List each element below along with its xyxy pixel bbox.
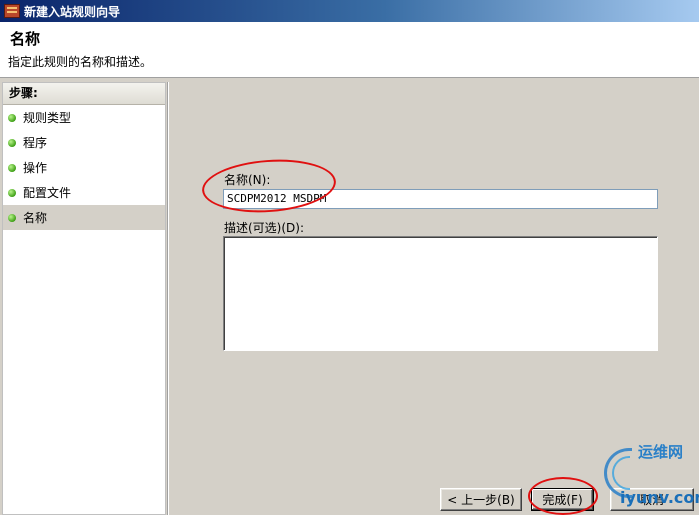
step-label: 程序: [23, 136, 48, 150]
step-item-name[interactable]: 名称: [3, 205, 165, 230]
step-status-icon: [8, 188, 16, 197]
page-title: 名称: [10, 30, 41, 48]
name-field-label: 名称(N):: [224, 173, 271, 187]
firewall-icon: [4, 4, 20, 18]
steps-heading: 步骤:: [3, 83, 165, 105]
step-status-icon: [8, 138, 16, 147]
step-label: 规则类型: [23, 111, 72, 125]
page-header: 名称 指定此规则的名称和描述。: [0, 22, 699, 78]
step-label: 操作: [23, 161, 48, 175]
watermark-top-text: 运维网: [638, 443, 684, 461]
step-status-icon: [8, 113, 16, 122]
step-label: 名称: [23, 211, 48, 225]
description-field-label: 描述(可选)(D):: [224, 221, 305, 235]
name-input[interactable]: SCDPM2012 MSDPM: [223, 189, 658, 209]
steps-panel: 步骤: 规则类型 程序 操作 配置文件 名称: [2, 82, 166, 515]
pane-divider: [167, 82, 169, 515]
window-title: 新建入站规则向导: [24, 4, 121, 19]
step-status-icon: [8, 163, 16, 172]
cancel-button[interactable]: 取消: [610, 488, 694, 511]
title-bar: 新建入站规则向导: [0, 0, 699, 22]
step-item-program[interactable]: 程序: [3, 130, 165, 155]
watermark-swirl-inner-icon: [612, 456, 630, 490]
step-item-rule-type[interactable]: 规则类型: [3, 105, 165, 130]
back-button[interactable]: < 上一步(B): [440, 488, 522, 511]
description-textarea[interactable]: [223, 236, 658, 351]
step-item-profile[interactable]: 配置文件: [3, 180, 165, 205]
finish-button[interactable]: 完成(F): [531, 488, 594, 511]
step-status-icon: [8, 213, 16, 222]
step-label: 配置文件: [23, 186, 72, 200]
step-item-action[interactable]: 操作: [3, 155, 165, 180]
page-description: 指定此规则的名称和描述。: [8, 55, 153, 69]
